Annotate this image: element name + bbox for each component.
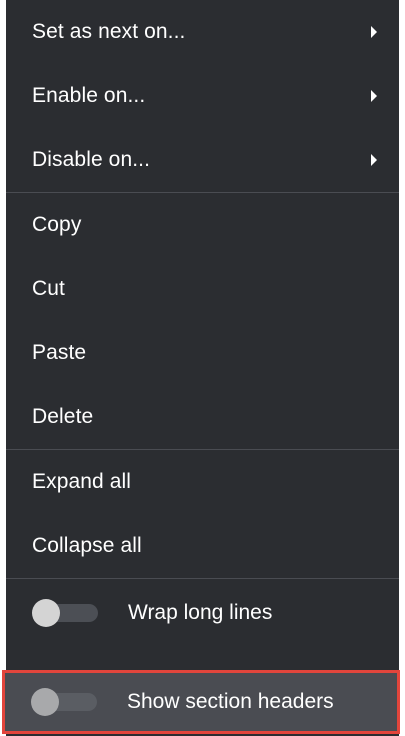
submenu-arrow-icon [371,26,377,38]
menu-item-label: Delete [32,405,94,428]
menu-item-label: Enable on... [32,84,146,107]
submenu-arrow-icon [371,154,377,166]
menu-item-cut[interactable]: Cut [6,257,399,321]
menu-item-label: Cut [32,277,65,300]
menu-item-paste[interactable]: Paste [6,321,399,385]
menu-item-delete[interactable]: Delete [6,385,399,449]
show-section-headers-toggle[interactable] [31,688,97,716]
menu-item-label: Disable on... [32,148,151,171]
menu-item-expand-all[interactable]: Expand all [6,450,399,514]
toggle-label: Wrap long lines [128,601,273,624]
menu-item-copy[interactable]: Copy [6,193,399,257]
menu-item-collapse-all[interactable]: Collapse all [6,514,399,578]
menu-item-label: Copy [32,213,82,236]
submenu-arrow-icon [371,90,377,102]
menu-item-label: Collapse all [32,534,142,557]
menu-item-label: Paste [32,341,87,364]
wrap-long-lines-toggle[interactable] [32,599,98,627]
menu-item-wrap-long-lines[interactable]: Wrap long lines [6,579,399,647]
menu-item-label: Expand all [32,470,132,493]
menu-item-label: Set as next on... [32,20,186,43]
menu-item-enable-on[interactable]: Enable on... [6,64,399,128]
toggle-knob [32,599,60,627]
menu-item-show-section-headers[interactable]: Show section headers [2,670,400,734]
menu-item-disable-on[interactable]: Disable on... [6,128,399,192]
context-menu: Set as next on... Enable on... Disable o… [0,0,399,736]
menu-item-set-as-next-on[interactable]: Set as next on... [6,0,399,64]
toggle-label: Show section headers [127,690,334,713]
toggle-knob [31,688,59,716]
